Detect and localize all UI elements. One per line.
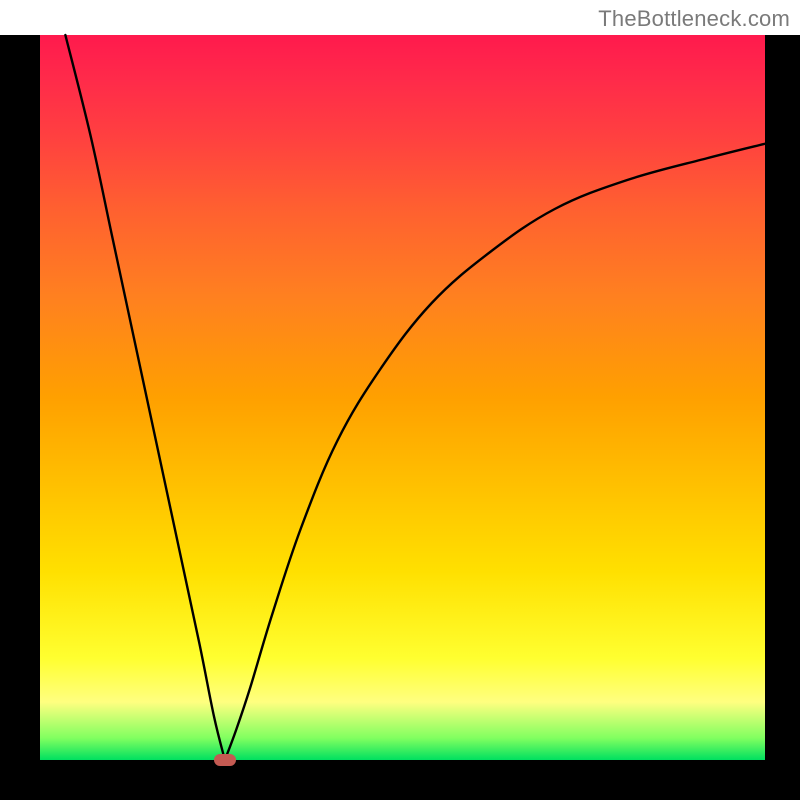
- border-right: [765, 35, 800, 800]
- curve-left-branch: [65, 35, 225, 760]
- plot-area: [40, 35, 765, 760]
- watermark-text: TheBottleneck.com: [598, 6, 790, 32]
- border-left: [0, 35, 40, 800]
- curve-right-branch: [225, 144, 765, 760]
- chart-frame: TheBottleneck.com: [0, 0, 800, 800]
- curve-layer: [40, 35, 765, 760]
- bottleneck-marker: [214, 754, 236, 766]
- border-bottom: [0, 760, 800, 800]
